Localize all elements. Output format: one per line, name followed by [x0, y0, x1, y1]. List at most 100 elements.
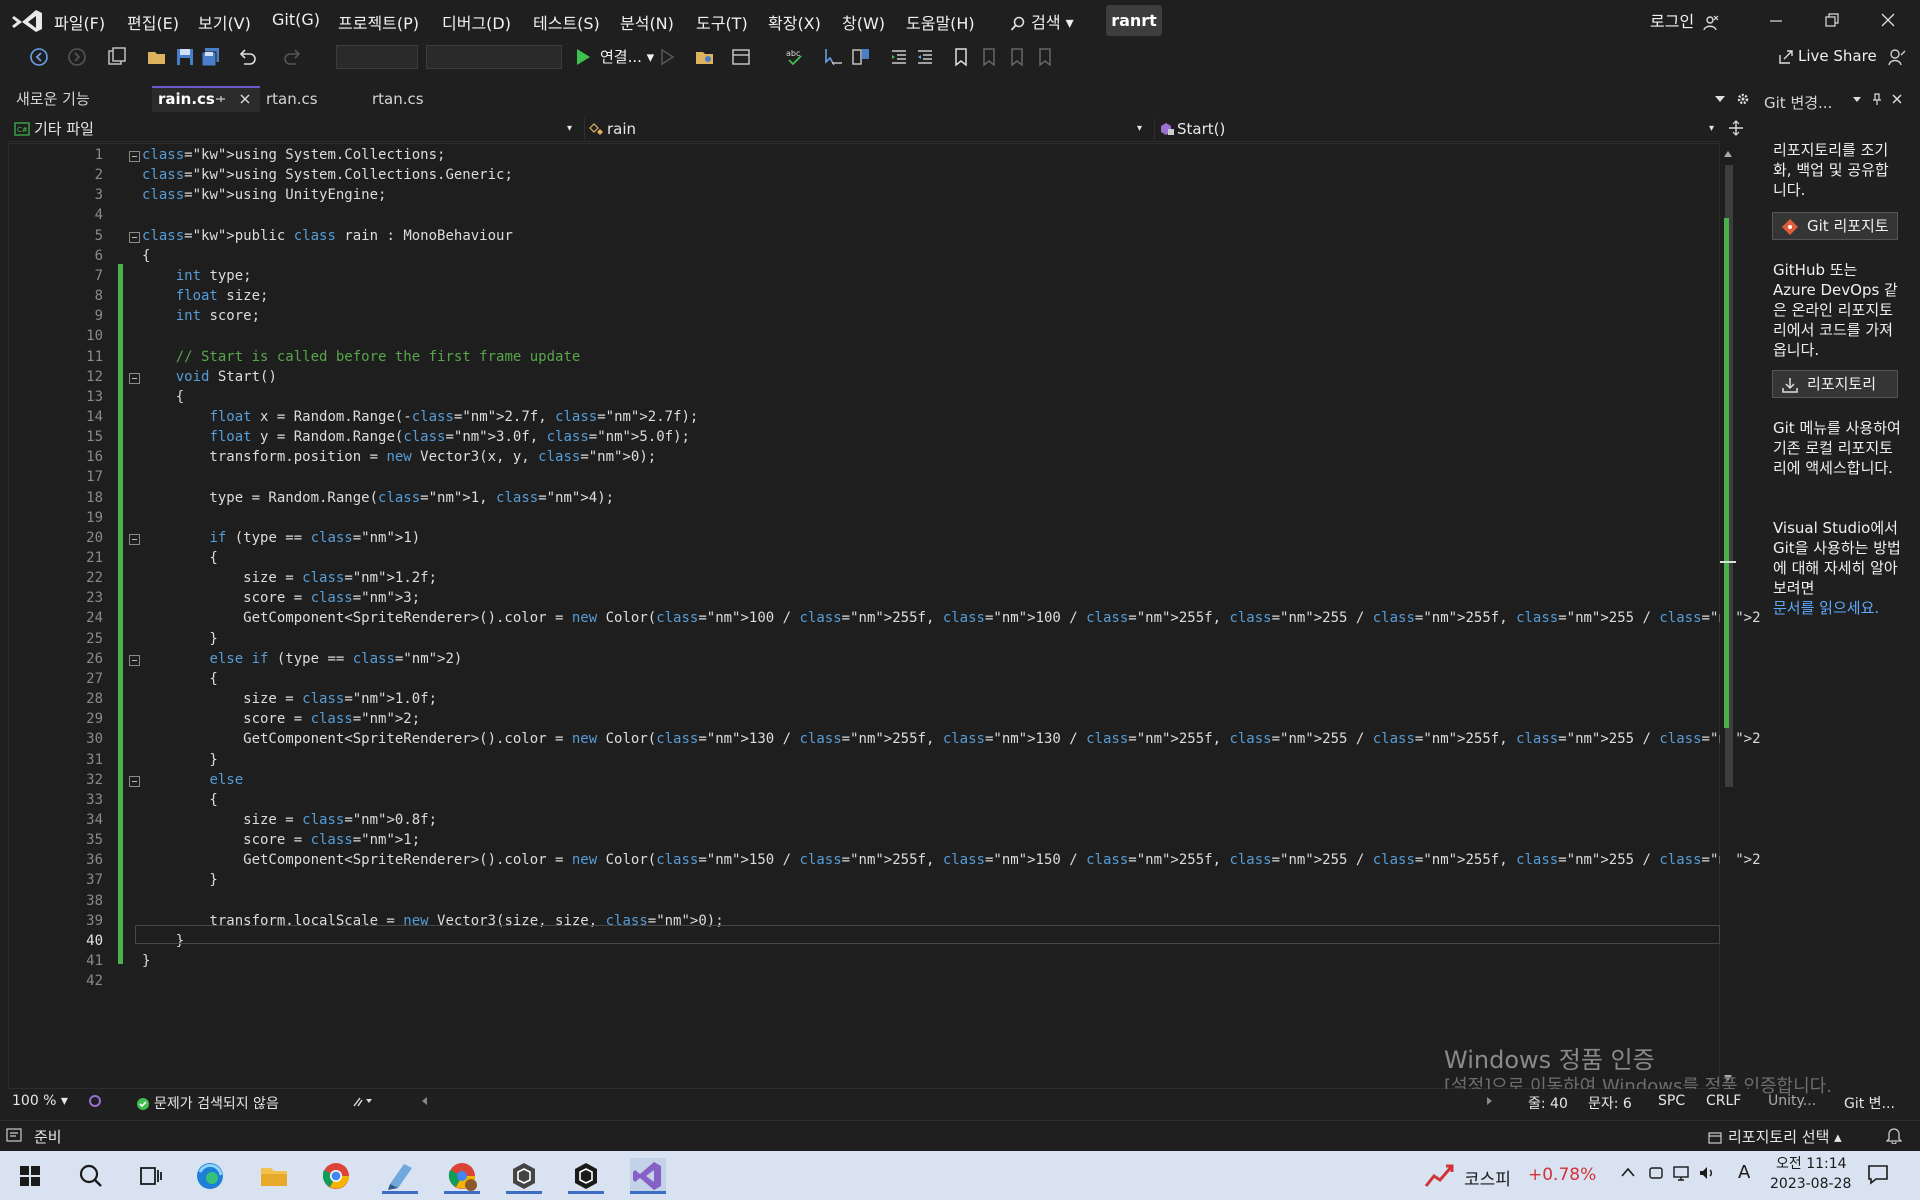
- live-share-button[interactable]: Live Share: [1778, 47, 1877, 65]
- save-all-icon[interactable]: [200, 46, 222, 68]
- code-line[interactable]: GetComponent<SpriteRenderer>().color = n…: [142, 852, 1803, 868]
- code-line[interactable]: score = class="nm">1;: [142, 832, 420, 848]
- menu-debug[interactable]: 디버그(D): [442, 10, 511, 34]
- kospi-label[interactable]: 코스피: [1464, 1165, 1511, 1190]
- pin-icon[interactable]: [214, 93, 226, 105]
- split-window-icon[interactable]: [1728, 120, 1744, 136]
- volume-icon[interactable]: [1698, 1164, 1716, 1182]
- menu-extensions[interactable]: 확장(X): [768, 10, 821, 34]
- fold-toggle-icon[interactable]: [129, 231, 140, 243]
- code-line[interactable]: GetComponent<SpriteRenderer>().color = n…: [142, 610, 1803, 626]
- clone-repo-button[interactable]: 리포지토리: [1772, 370, 1898, 398]
- code-cleanup-icon[interactable]: [352, 1094, 374, 1108]
- stock-chart-icon[interactable]: [1424, 1162, 1454, 1188]
- network-icon[interactable]: [1672, 1164, 1690, 1182]
- code-line[interactable]: }: [142, 752, 217, 768]
- code-line[interactable]: {: [142, 389, 184, 405]
- code-line[interactable]: class="kw">public class rain : MonoBehav…: [142, 228, 513, 244]
- ime-indicator[interactable]: A: [1738, 1162, 1750, 1183]
- code-line[interactable]: int type;: [142, 268, 252, 284]
- clock-time[interactable]: 오전 11:14: [1776, 1153, 1847, 1173]
- folder-view-icon[interactable]: [694, 46, 716, 68]
- settings-gear-icon[interactable]: [1736, 92, 1750, 106]
- redo-icon[interactable]: [282, 46, 304, 68]
- code-line[interactable]: type = Random.Range(class="nm">1, class=…: [142, 490, 614, 506]
- close-pane-icon[interactable]: [1890, 92, 1904, 106]
- class-dropdown[interactable]: rain ▾: [584, 118, 1148, 140]
- menu-window[interactable]: 창(W): [842, 10, 885, 34]
- code-line[interactable]: {: [142, 248, 150, 264]
- solution-platform-dropdown[interactable]: [426, 45, 562, 69]
- start-without-debugging-icon[interactable]: [656, 46, 678, 68]
- code-line[interactable]: // Start is called before the first fram…: [142, 349, 581, 365]
- code-line[interactable]: else if (type == class="nm">2): [142, 651, 462, 667]
- bookmark-icon[interactable]: [950, 46, 972, 68]
- layout-icon[interactable]: [730, 46, 752, 68]
- code-line[interactable]: {: [142, 792, 217, 808]
- code-line[interactable]: float x = Random.Range(-class="nm">2.7f,…: [142, 409, 698, 425]
- code-line[interactable]: size = class="nm">1.2f;: [142, 570, 437, 586]
- whitespace-indicator[interactable]: SPC: [1658, 1093, 1685, 1109]
- navigate-forward-icon[interactable]: [66, 46, 88, 68]
- project-name-badge[interactable]: ranrt: [1106, 5, 1162, 36]
- new-project-icon[interactable]: [106, 46, 128, 68]
- create-git-repo-button[interactable]: Git 리포지토: [1772, 212, 1898, 240]
- close-tab-icon[interactable]: [238, 92, 252, 106]
- code-line[interactable]: class="kw">using System.Collections.Gene…: [142, 167, 513, 183]
- editor-vertical-scrollbar[interactable]: [1720, 143, 1736, 1089]
- fold-toggle-icon[interactable]: [129, 654, 140, 666]
- fold-toggle-icon[interactable]: [129, 775, 140, 787]
- meet-now-icon[interactable]: [1648, 1164, 1664, 1182]
- tab-list-dropdown-icon[interactable]: [1714, 94, 1726, 104]
- task-view-icon[interactable]: [132, 1158, 168, 1194]
- minimize-button[interactable]: [1756, 4, 1796, 36]
- fold-toggle-icon[interactable]: [129, 372, 140, 384]
- chrome-icon[interactable]: [318, 1158, 354, 1194]
- tab-new-features[interactable]: 새로운 기능: [8, 86, 148, 112]
- code-line[interactable]: float y = Random.Range(class="nm">3.0f, …: [142, 429, 690, 445]
- taskbar-search-icon[interactable]: [72, 1158, 108, 1194]
- open-folder-icon[interactable]: [146, 46, 168, 68]
- unity-hub-icon[interactable]: [506, 1158, 542, 1194]
- select-repository-button[interactable]: 리포지토리 선택 ▴: [1708, 1126, 1842, 1147]
- navigate-back-icon[interactable]: [28, 46, 50, 68]
- zoom-dropdown[interactable]: 100 % ▾: [12, 1093, 68, 1109]
- tab-rtan-cs-2[interactable]: rtan.cs: [364, 86, 474, 112]
- notification-center-icon[interactable]: [1866, 1162, 1890, 1186]
- outdent-icon[interactable]: [914, 46, 936, 68]
- clock-date[interactable]: 2023-08-28: [1770, 1176, 1851, 1192]
- login-button[interactable]: 로그인: [1650, 8, 1719, 32]
- code-line[interactable]: GetComponent<SpriteRenderer>().color = n…: [142, 731, 1803, 747]
- code-line[interactable]: class="kw">using UnityEngine;: [142, 187, 386, 203]
- run-button[interactable]: 연결... ▾: [600, 46, 654, 67]
- tab-rain-cs[interactable]: rain.cs: [152, 86, 260, 112]
- menu-file[interactable]: 파일(F): [54, 10, 105, 34]
- solution-config-dropdown[interactable]: [336, 45, 418, 69]
- clear-bookmarks-icon[interactable]: [1034, 46, 1056, 68]
- git-docs-link[interactable]: 문서를 읽으세요.: [1773, 598, 1901, 618]
- visual-studio-logo-icon[interactable]: [10, 8, 44, 34]
- visual-studio-taskbar-icon[interactable]: [630, 1158, 666, 1194]
- code-line[interactable]: {: [142, 671, 217, 687]
- scroll-right-icon[interactable]: [1486, 1096, 1494, 1106]
- project-dropdown[interactable]: C# 기타 파일 ▾: [10, 118, 578, 140]
- feedback-icon[interactable]: [1886, 46, 1908, 68]
- chrome-profile-icon[interactable]: [444, 1158, 480, 1194]
- code-line[interactable]: {: [142, 550, 217, 566]
- menu-help[interactable]: 도움말(H): [906, 10, 975, 34]
- code-line[interactable]: transform.position = new Vector3(x, y, c…: [142, 449, 656, 465]
- code-line[interactable]: size = class="nm">1.0f;: [142, 691, 437, 707]
- line-ending-indicator[interactable]: CRLF: [1706, 1093, 1741, 1109]
- code-line[interactable]: class="kw">using System.Collections;: [142, 147, 445, 163]
- code-line[interactable]: void Start(): [142, 369, 277, 385]
- git-changes-tab[interactable]: Git 변...: [1844, 1093, 1895, 1113]
- menu-analyze[interactable]: 분석(N): [620, 10, 674, 34]
- issues-status[interactable]: 문제가 검색되지 않음: [136, 1093, 279, 1113]
- notepad-icon[interactable]: [382, 1158, 418, 1194]
- select-icon[interactable]: [822, 46, 844, 68]
- code-line[interactable]: size = class="nm">0.8f;: [142, 812, 437, 828]
- column-indicator[interactable]: 문자: 6: [1588, 1093, 1632, 1113]
- menu-test[interactable]: 테스트(S): [533, 10, 600, 34]
- pane-menu-icon[interactable]: [1852, 96, 1862, 104]
- edge-browser-icon[interactable]: [192, 1158, 228, 1194]
